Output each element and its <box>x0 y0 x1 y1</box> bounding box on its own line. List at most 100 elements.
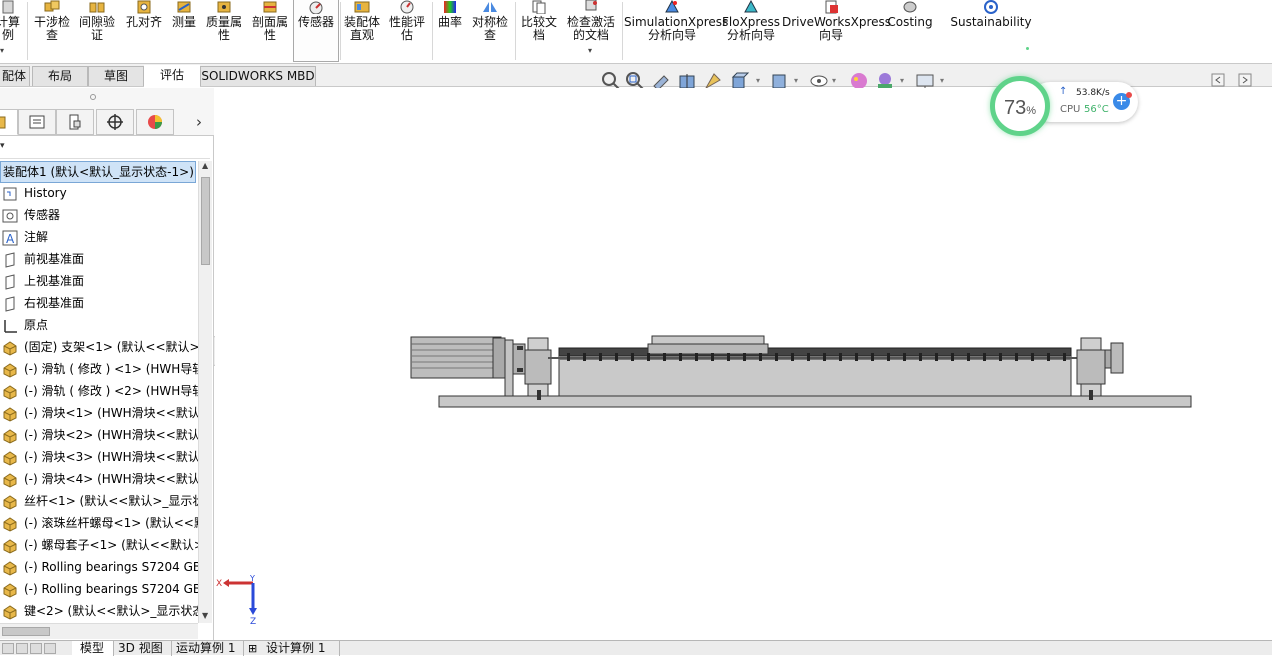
rail-bolt <box>935 353 938 361</box>
chevron-down-icon[interactable]: ▾ <box>900 76 904 85</box>
tab-motion-study-1[interactable]: 运动算例 1 <box>172 641 244 656</box>
chevron-down-icon[interactable]: ▾ <box>0 46 4 55</box>
bottom-tabs: 模型 3D 视图 运动算例 1 ⊞ 设计算例 1 <box>0 640 1272 656</box>
tab-3d-view[interactable]: 3D 视图 <box>114 641 172 656</box>
tab-sketch[interactable]: 草图 <box>88 66 144 86</box>
tab-featuremanager[interactable] <box>0 109 18 135</box>
tree-item-label: (-) Rolling bearings S7204 GB <box>24 582 198 596</box>
tree-item[interactable]: (-) 滑块<4> (HWH滑块<<默认: <box>0 469 198 491</box>
tree-item[interactable]: (-) 滑块<3> (HWH滑块<<默认: <box>0 447 198 469</box>
graphics-area[interactable]: ↑ 53.8K/s CPU 56°C + 73% X Y Z <box>215 76 1272 640</box>
section-properties-button[interactable]: 剖面属 性 <box>248 0 292 62</box>
tree-item[interactable]: (-) Rolling bearings S7204 GB <box>0 557 198 579</box>
interference-check-button[interactable]: 干涉检 查 <box>30 0 74 62</box>
tree-item[interactable]: 键<2> (默认<<默认>_显示状态- <box>0 601 198 623</box>
tree-item[interactable]: A 注解 <box>0 227 198 249</box>
tree-item[interactable]: (-) Rolling bearings S7204 GB <box>0 579 198 601</box>
costing-button[interactable]: Costing <box>884 0 936 62</box>
assembly-visualization-button[interactable]: 装配体 直观 <box>341 0 383 62</box>
tree-item[interactable]: 前视基准面 <box>0 249 198 271</box>
tab-configurationmanager[interactable] <box>56 109 94 135</box>
performance-evaluation-button[interactable]: 性能评 估 <box>386 0 428 62</box>
tree-horizontal-scrollbar[interactable] <box>0 623 198 639</box>
scroll-thumb[interactable] <box>201 177 210 265</box>
curvature-button[interactable]: 曲率 <box>434 0 466 62</box>
tab-model[interactable]: 模型 <box>72 641 114 656</box>
tree-item-label: (-) Rolling bearings S7204 GB <box>24 560 198 574</box>
scroll-thumb[interactable] <box>2 627 50 636</box>
tree-item[interactable]: 右视基准面 <box>0 293 198 315</box>
next-tab-icon[interactable] <box>30 643 42 654</box>
scroll-down-icon[interactable]: ▼ <box>202 611 208 620</box>
costing-icon <box>903 1 917 13</box>
restore-viewport-icon[interactable] <box>1211 73 1225 87</box>
clearance-verify-button[interactable]: 间隙验 证 <box>76 0 118 62</box>
tree-item[interactable]: (固定) 支架<1> (默认<<默认>_ <box>0 337 198 359</box>
rail-bolt <box>791 353 794 361</box>
chevron-down-icon[interactable]: ▾ <box>756 76 760 85</box>
rail-bolt <box>711 353 714 361</box>
tree-item[interactable]: 丝杆<1> (默认<<默认>_显示状 <box>0 491 198 513</box>
part-icon <box>2 494 18 510</box>
measure-button[interactable]: 测量 <box>168 0 200 62</box>
simulationxpress-button[interactable]: SimulationXpress 分析向导 <box>624 0 728 62</box>
tree-filter[interactable]: ▾ <box>0 137 210 159</box>
tab-dimxpertmanager[interactable] <box>96 109 134 135</box>
tree-item[interactable]: (-) 滑块<2> (HWH滑块<<默认: <box>0 425 198 447</box>
compare-documents-button[interactable]: 比较文 档 <box>518 0 560 62</box>
sensor-button[interactable]: 传感器 <box>293 0 339 62</box>
rail-bolt <box>919 353 922 361</box>
panel-grip[interactable] <box>0 88 214 108</box>
tree-item-label: (-) 滑轨 ( 修改 ) <2> (HWH导轨 <box>24 384 198 398</box>
tree-item[interactable]: 上视基准面 <box>0 271 198 293</box>
tree-item[interactable]: 原点 <box>0 315 198 337</box>
chevron-down-icon[interactable]: ▾ <box>794 76 798 85</box>
notification-dot <box>1126 92 1132 98</box>
prev-tab-icon[interactable] <box>16 643 28 654</box>
feature-manager-panel: › ▾ 装配体1 (默认<默认_显示状态-1>) History 传感器 A 注解 前视… <box>0 88 214 640</box>
rail-bolt <box>807 353 810 361</box>
expand-viewport-icon[interactable] <box>1238 73 1252 87</box>
tree-root-assembly[interactable]: 装配体1 (默认<默认_显示状态-1>) <box>0 161 196 183</box>
tree-item[interactable]: (-) 滑轨 ( 修改 ) <2> (HWH导轨 <box>0 381 198 403</box>
assembly-model-drawing[interactable] <box>215 88 1272 640</box>
tree-item[interactable]: (-) 滑块<1> (HWH滑块<<默认: <box>0 403 198 425</box>
tree-item[interactable]: History <box>0 183 198 205</box>
chevron-right-icon[interactable]: › <box>196 113 202 131</box>
tree-item[interactable]: (-) 滑轨 ( 修改 ) <1> (HWH导轨 <box>0 359 198 381</box>
filter-dropdown-icon[interactable]: ▾ <box>0 141 5 151</box>
command-manager-ribbon: 计算 例 ▾ 干涉检 查 间隙验 证 孔对齐 测量 质量属 性 剖面属 性 传感… <box>0 0 1272 64</box>
tab-design-study-1[interactable]: 设计算例 1 <box>262 641 340 656</box>
scroll-up-icon[interactable]: ▲ <box>202 161 208 170</box>
system-monitor-widget[interactable]: ↑ 53.8K/s CPU 56°C + 73% <box>990 76 1140 136</box>
dimxpert-icon <box>107 114 123 130</box>
tab-solidworks-mbd[interactable]: SOLIDWORKS MBD <box>200 66 316 86</box>
tab-assembly[interactable]: 配体 <box>0 66 30 86</box>
chevron-down-icon[interactable]: ▾ <box>588 46 592 55</box>
chevron-down-icon[interactable]: ▾ <box>940 76 944 85</box>
tree-item[interactable]: 传感器 <box>0 205 198 227</box>
mass-properties-button[interactable]: 质量属 性 <box>202 0 246 62</box>
rail-bolt <box>647 353 650 361</box>
first-tab-icon[interactable] <box>2 643 14 654</box>
tree-vertical-scrollbar[interactable]: ▲ ▼ <box>198 161 212 623</box>
ribbon-label: 对称检 查 <box>471 15 508 42</box>
rail-top <box>558 347 1072 357</box>
symmetry-check-button[interactable]: 对称检 查 <box>468 0 512 62</box>
rail-bolt <box>951 353 954 361</box>
tree-item[interactable]: (-) 螺母套子<1> (默认<<默认> <box>0 535 198 557</box>
floxpress-button[interactable]: FloXpress 分析向导 <box>722 0 780 62</box>
tree-item-label: (-) 滑块<1> (HWH滑块<<默认: <box>24 406 198 420</box>
tab-layout[interactable]: 布局 <box>32 66 88 86</box>
sustainability-button[interactable]: Sustainability <box>950 0 1032 62</box>
tree-item-label: 右视基准面 <box>24 296 85 310</box>
tab-evaluate[interactable]: 评估 <box>144 65 200 87</box>
tree-item[interactable]: (-) 滚珠丝杆螺母<1> (默认<<默 <box>0 513 198 535</box>
driveworksxpress-button[interactable]: DriveWorksXpress 向导 <box>782 0 891 62</box>
last-tab-icon[interactable] <box>44 643 56 654</box>
chevron-down-icon[interactable]: ▾ <box>832 76 836 85</box>
tab-displaymanager[interactable] <box>136 109 174 135</box>
hole-alignment-button[interactable]: 孔对齐 <box>122 0 166 62</box>
part-icon <box>2 340 18 356</box>
tab-propertymanager[interactable] <box>18 109 56 135</box>
